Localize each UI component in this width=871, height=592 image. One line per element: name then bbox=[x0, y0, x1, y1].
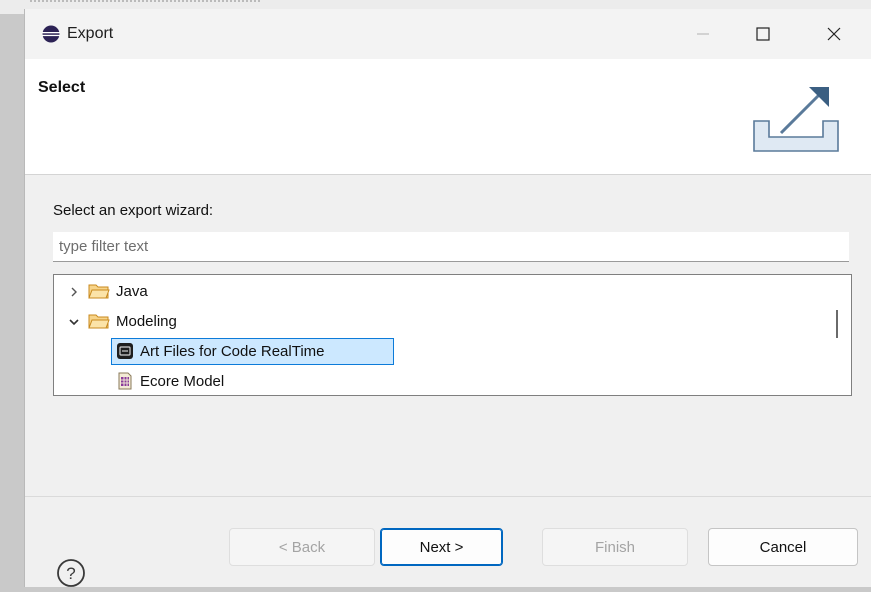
tree-scrollbar[interactable] bbox=[824, 276, 851, 394]
wizard-tree[interactable]: Java Modeling Art Files for Code RealTim… bbox=[53, 274, 852, 396]
ecore-model-icon bbox=[116, 372, 134, 390]
folder-icon bbox=[88, 313, 110, 329]
background-window-text bbox=[30, 0, 260, 8]
tree-item-java[interactable]: Java bbox=[68, 277, 148, 305]
finish-button[interactable]: Finish bbox=[542, 528, 688, 566]
tree-item-modeling[interactable]: Modeling bbox=[68, 307, 177, 335]
chevron-right-icon[interactable] bbox=[68, 285, 80, 297]
minimize-icon bbox=[697, 33, 709, 35]
tree-item-ecore-model[interactable]: Ecore Model bbox=[116, 367, 224, 395]
maximize-button[interactable] bbox=[735, 9, 791, 59]
folder-icon bbox=[88, 283, 110, 299]
tree-item-label: Ecore Model bbox=[140, 372, 225, 390]
maximize-icon bbox=[756, 27, 770, 41]
tree-item-art-files[interactable]: Art Files for Code RealTime bbox=[116, 337, 325, 365]
close-button[interactable] bbox=[806, 9, 862, 59]
wizard-banner: Select bbox=[25, 59, 871, 175]
svg-text:?: ? bbox=[66, 564, 75, 583]
tree-item-label: Modeling bbox=[116, 312, 177, 330]
export-dialog: Export Select Select an export wizard: t… bbox=[24, 9, 871, 587]
minimize-button[interactable] bbox=[675, 9, 731, 59]
wizard-prompt: Select an export wizard: bbox=[53, 202, 214, 219]
eclipse-icon bbox=[42, 25, 60, 43]
close-icon bbox=[827, 27, 841, 41]
back-button[interactable]: < Back bbox=[229, 528, 375, 566]
cancel-button[interactable]: Cancel bbox=[708, 528, 858, 566]
export-tray-icon bbox=[751, 81, 841, 153]
window-title: Export bbox=[67, 25, 114, 42]
help-icon[interactable]: ? bbox=[56, 558, 86, 588]
filter-input[interactable] bbox=[53, 232, 849, 262]
title-bar[interactable]: Export bbox=[25, 9, 871, 59]
tree-item-label: Java bbox=[116, 282, 148, 300]
tree-item-label: Art Files for Code RealTime bbox=[140, 342, 325, 360]
chevron-down-icon[interactable] bbox=[68, 315, 80, 327]
art-file-icon bbox=[116, 342, 134, 360]
next-button[interactable]: Next > bbox=[380, 528, 503, 566]
scrollbar-thumb[interactable] bbox=[836, 310, 838, 338]
footer-divider bbox=[25, 496, 871, 497]
banner-title: Select bbox=[38, 79, 86, 96]
